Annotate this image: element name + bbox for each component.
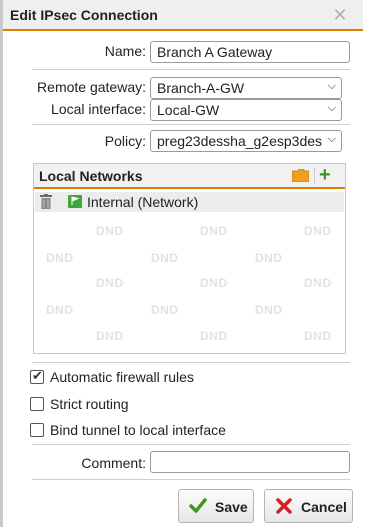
dnd-watermark: DND [255,303,283,317]
bind-tunnel-row[interactable]: Bind tunnel to local interface [30,422,280,440]
cross-icon [276,498,292,514]
dnd-watermark: DND [46,251,74,265]
bind-tunnel-checkbox[interactable] [30,423,44,437]
network-flag-icon [68,195,82,208]
divider [32,444,350,445]
checkmark-icon: ✔ [32,368,43,383]
local-interface-select[interactable]: Local-GW ⌵ [150,99,342,121]
dnd-watermark: DND [96,329,124,343]
dnd-watermark: DND [96,276,124,290]
divider [32,69,350,70]
dialog-title: Edit IPsec Connection [10,7,158,23]
remote-gateway-value: Branch-A-GW [157,80,245,96]
folder-icon[interactable] [292,169,309,182]
save-button[interactable]: Save [178,489,254,523]
strict-routing-label: Strict routing [50,396,129,412]
strict-routing-row[interactable]: Strict routing [30,396,230,414]
cancel-button[interactable]: Cancel [264,489,353,523]
auto-firewall-checkbox[interactable]: ✔ [30,368,44,384]
local-interface-value: Local-GW [157,102,220,118]
trash-icon[interactable] [40,194,52,209]
local-interface-label: Local interface: [51,101,146,117]
dialog-titlebar: Edit IPsec Connection ✕ [3,0,363,31]
policy-value: preg23dessha_g2esp3des [157,133,323,149]
dnd-watermark: DND [255,251,283,265]
comment-label: Comment: [81,455,146,471]
chevron-down-icon: ⌵ [327,80,336,92]
chevron-down-icon: ⌵ [327,133,336,145]
dnd-watermark: DND [46,303,74,317]
dnd-watermark: DND [304,224,332,238]
dnd-watermark: DND [96,224,124,238]
divider [32,479,350,480]
divider [32,362,350,363]
save-label: Save [215,499,248,515]
dnd-watermark: DND [304,276,332,290]
header-separator [314,168,315,184]
bind-tunnel-label: Bind tunnel to local interface [50,422,226,438]
list-item[interactable]: Internal (Network) [35,192,344,212]
name-input[interactable]: Branch A Gateway [150,41,350,63]
name-label: Name: [104,43,146,59]
cancel-label: Cancel [301,499,347,515]
strict-routing-checkbox[interactable] [30,397,44,411]
auto-firewall-row[interactable]: ✔ Automatic firewall rules [30,368,230,387]
plus-icon[interactable]: + [319,164,331,187]
dnd-watermark: DND [151,303,179,317]
policy-label: Policy: [104,133,146,149]
remote-gateway-select[interactable]: Branch-A-GW ⌵ [150,77,342,99]
chevron-down-icon: ⌵ [327,102,336,114]
divider [32,124,350,125]
local-networks-title: Local Networks [39,168,143,184]
remote-gateway-label: Remote gateway: [37,79,146,95]
policy-select[interactable]: preg23dessha_g2esp3des ⌵ [150,130,342,152]
checkmark-icon [189,498,207,513]
dnd-watermark: DND [200,224,228,238]
window-edge [0,0,3,527]
close-icon[interactable]: ✕ [331,6,349,24]
network-item-label: Internal (Network) [87,194,199,210]
comment-input[interactable] [150,451,350,473]
dnd-watermark: DND [200,329,228,343]
local-networks-panel: Local Networks + Internal (Network) DND … [33,163,346,354]
dnd-watermark: DND [200,276,228,290]
local-networks-header: Local Networks + [34,164,345,189]
dnd-watermark: DND [304,329,332,343]
dnd-watermark: DND [151,251,179,265]
auto-firewall-label: Automatic firewall rules [50,369,194,385]
